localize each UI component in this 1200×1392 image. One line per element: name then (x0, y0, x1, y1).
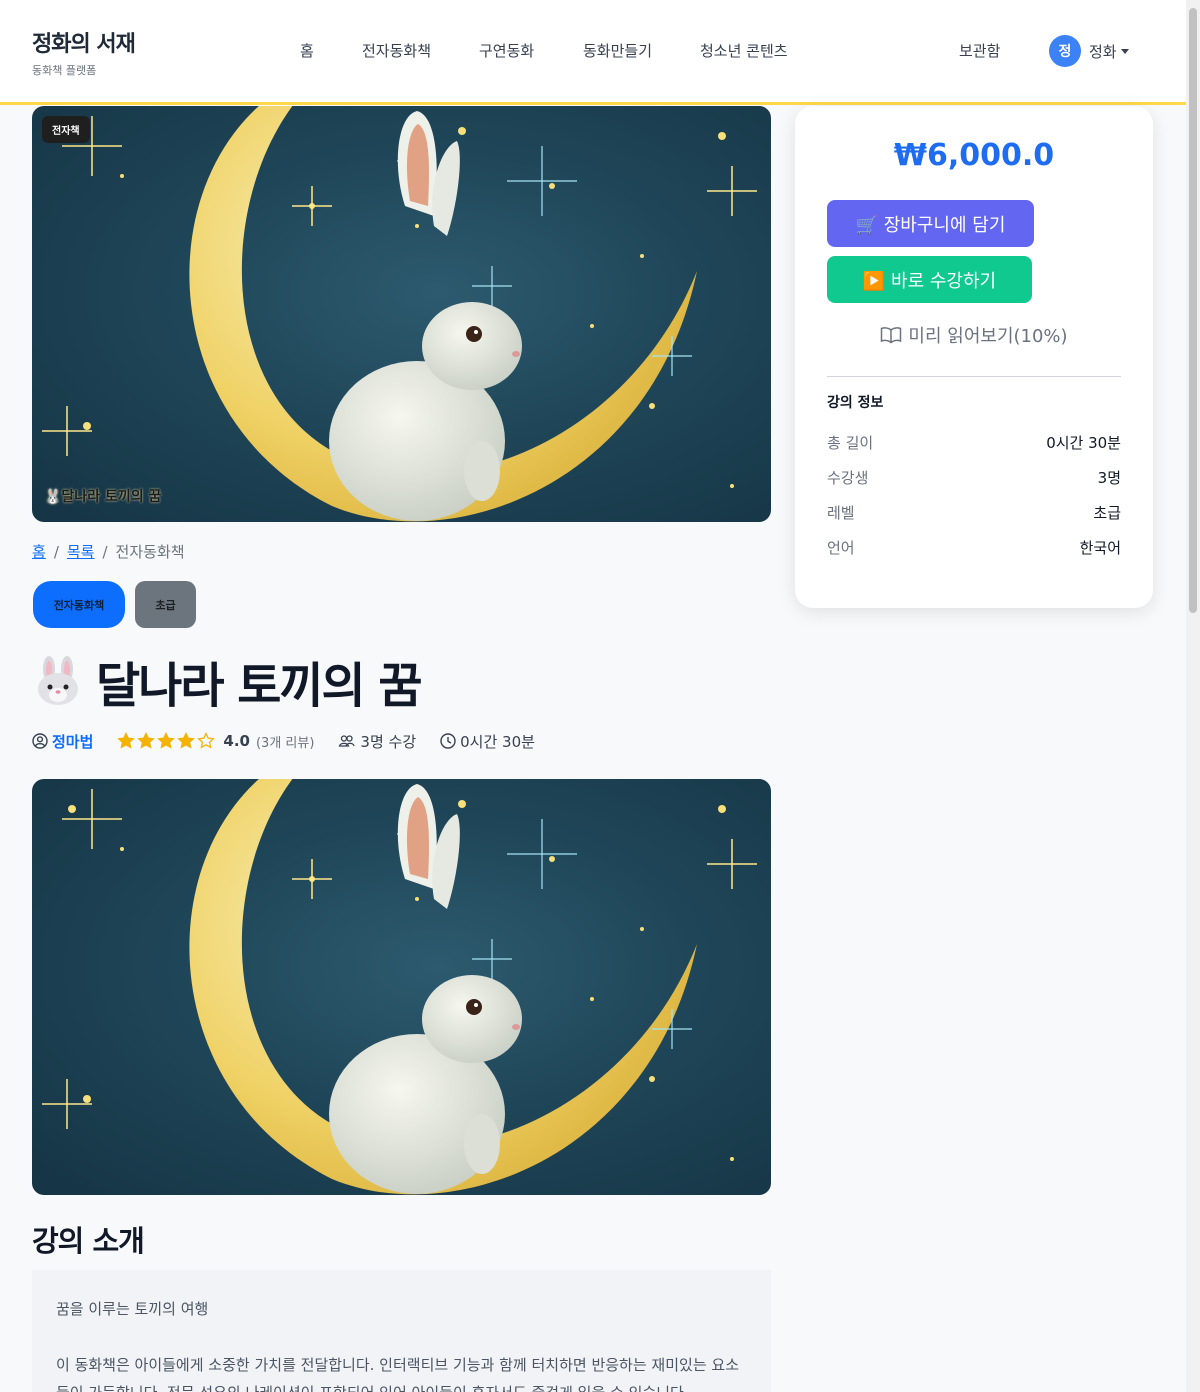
author-link[interactable]: 정마법 (52, 731, 93, 752)
enroll-now-button[interactable]: ▶️ 바로 수강하기 (827, 256, 1032, 303)
breadcrumb-separator: / (53, 542, 59, 561)
preview-image (32, 779, 771, 1195)
star-filled-icon (117, 732, 136, 749)
cover-caption: 🐰달나라 토끼의 꿈 (44, 489, 162, 505)
nav-item-youth-content[interactable]: 청소년 콘텐츠 (700, 40, 788, 61)
book-icon (881, 327, 902, 344)
info-label: 언어 (827, 539, 855, 557)
info-value: 한국어 (1079, 539, 1121, 557)
nav-item-storage[interactable]: 보관함 (959, 40, 1000, 61)
star-filled-icon (137, 732, 156, 749)
top-navbar: 정화의 서재 동화책 플랫폼 홈 전자동화책 구연동화 동화만들기 청소년 콘텐… (0, 0, 1186, 105)
level-badge: 초급 (135, 581, 196, 628)
info-label: 총 길이 (827, 434, 874, 452)
price: ₩6,000.0 (893, 138, 1055, 173)
user-circle-icon (32, 733, 48, 749)
preview-label: 미리 읽어보기(10%) (908, 326, 1068, 347)
star-rating (117, 732, 216, 750)
brand-subtitle: 동화책 플랫폼 (32, 64, 97, 77)
scroll-thumb[interactable] (1189, 8, 1197, 613)
people-icon (339, 735, 356, 747)
star-filled-icon (177, 732, 196, 749)
user-name: 정화 (1089, 42, 1117, 61)
clock-icon (440, 733, 456, 749)
breadcrumb-separator: / (102, 542, 108, 561)
info-value: 3명 (1097, 469, 1121, 487)
category-badge: 전자동화책 (33, 581, 125, 628)
chevron-down-icon (1120, 48, 1129, 54)
divider (827, 376, 1121, 377)
nav-item-home[interactable]: 홈 (300, 40, 314, 61)
page-scrollbar[interactable] (1186, 0, 1200, 1392)
breadcrumb-current: 전자동화책 (115, 543, 185, 561)
info-value: 0시간 30분 (1046, 434, 1121, 452)
nav-item-storytelling[interactable]: 구연동화 (479, 40, 534, 61)
student-count: 3명 수강 (360, 732, 417, 751)
page-title: 달나라 토끼의 꿈 (32, 646, 423, 716)
info-label: 수강생 (827, 469, 869, 487)
star-empty-icon (197, 732, 216, 749)
add-to-cart-button[interactable]: 🛒 장바구니에 담기 (827, 200, 1034, 247)
rating-value: 4.0 (223, 732, 250, 750)
avatar: 정 (1049, 35, 1081, 67)
info-value: 초급 (1093, 504, 1121, 522)
purchase-card: ₩6,000.0 🛒 장바구니에 담기 ▶️ 바로 수강하기 미리 읽어보기(1… (795, 106, 1153, 608)
nav-item-ebook[interactable]: 전자동화책 (362, 40, 431, 61)
info-label: 레벨 (827, 504, 855, 522)
breadcrumb-home[interactable]: 홈 (32, 541, 46, 562)
brand-logo[interactable]: 정화의 서재 동화책 플랫폼 (32, 26, 136, 78)
preview-button[interactable]: 미리 읽어보기(10%) (795, 314, 1153, 356)
star-filled-icon (157, 732, 176, 749)
intro-description: 이 동화책은 아이들에게 소중한 가치를 전달합니다. 인터랙티브 기능과 함께… (56, 1356, 739, 1392)
info-row-level: 레벨 초급 (827, 502, 1121, 523)
brand-title: 정화의 서재 (32, 32, 136, 57)
course-meta: 정마법 4.0 (3개 리뷰) 3명 수강 0시간 30분 (32, 730, 535, 752)
intro-subtitle: 꿈을 이루는 토끼의 여행 (56, 1300, 209, 1318)
ebook-tag: 전자책 (42, 116, 90, 143)
intro-box: 꿈을 이루는 토끼의 여행 이 동화책은 아이들에게 소중한 가치를 전달합니다… (32, 1270, 771, 1392)
user-menu[interactable]: 정 정화 (1049, 35, 1129, 67)
info-row-students: 수강생 3명 (827, 467, 1121, 488)
info-row-length: 총 길이 0시간 30분 (827, 432, 1121, 453)
breadcrumb: 홈 / 목록 / 전자동화책 (32, 541, 185, 562)
moon-rabbit-illustration (42, 779, 757, 1195)
info-row-language: 언어 한국어 (827, 537, 1121, 558)
intro-heading: 강의 소개 (32, 1224, 145, 1258)
course-title: 달나라 토끼의 꿈 (96, 658, 423, 714)
course-duration: 0시간 30분 (460, 732, 535, 751)
rabbit-face-icon (38, 656, 78, 705)
course-info-title: 강의 정보 (827, 395, 884, 411)
breadcrumb-list[interactable]: 목록 (67, 541, 95, 562)
moon-rabbit-illustration (42, 106, 757, 522)
review-count: (3개 리뷰) (255, 735, 315, 751)
cover-image (32, 106, 771, 522)
nav-item-make-story[interactable]: 동화만들기 (583, 40, 652, 61)
